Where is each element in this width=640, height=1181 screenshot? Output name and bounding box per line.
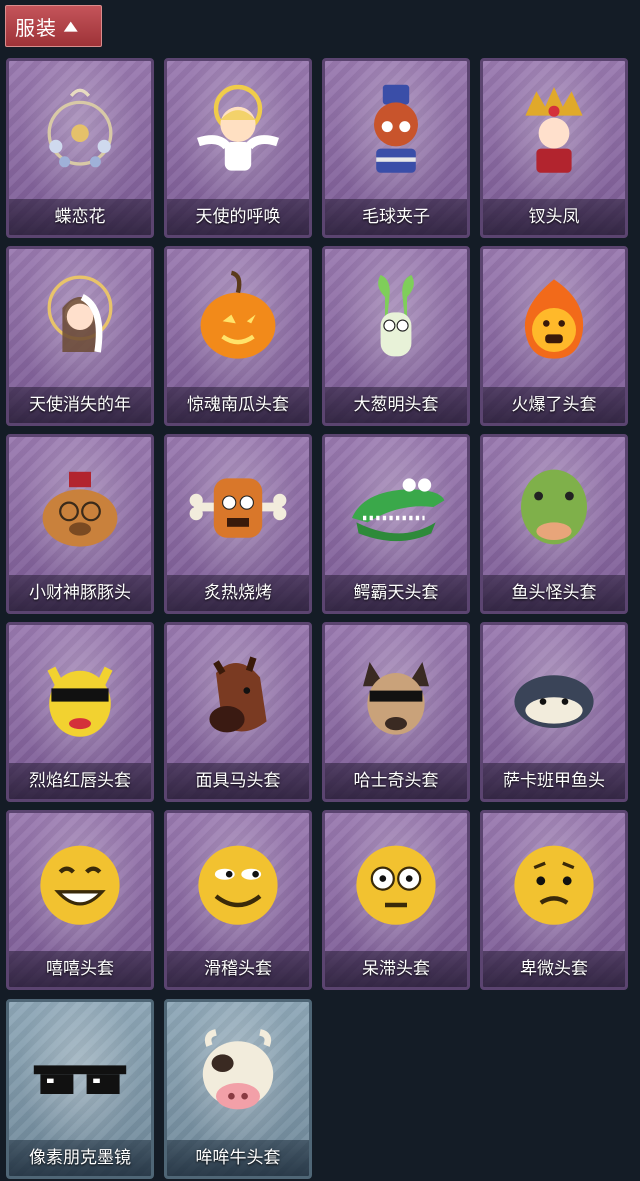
costume-name: 鱼头怪头套	[483, 575, 625, 611]
costume-card[interactable]: 鳄霸天头套	[322, 434, 470, 614]
smirk-emoji-icon	[167, 813, 309, 953]
costume-name: 小财神豚豚头	[9, 575, 151, 611]
costume-card[interactable]: 火爆了头套	[480, 246, 628, 426]
grin-emoji-icon	[9, 813, 151, 953]
costume-name: 哞哞牛头套	[167, 1140, 309, 1176]
costume-name: 炙热烧烤	[167, 575, 309, 611]
costume-card[interactable]: 惊魂南瓜头套	[164, 246, 312, 426]
stare-emoji-icon	[325, 813, 467, 953]
crocodile-icon	[325, 437, 467, 577]
costume-card[interactable]: 钗头凤	[480, 58, 628, 238]
costume-name: 嘻嘻头套	[9, 951, 151, 987]
costume-name: 像素朋克墨镜	[9, 1140, 151, 1176]
costume-card[interactable]: 哈士奇头套	[322, 622, 470, 802]
costume-card[interactable]: 哞哞牛头套	[164, 999, 312, 1179]
costume-name: 呆滞头套	[325, 951, 467, 987]
costume-name: 哈士奇头套	[325, 763, 467, 799]
red-panda-icon	[325, 61, 467, 201]
flower-wreath-icon	[9, 61, 151, 201]
costume-name: 蝶恋花	[9, 199, 151, 235]
fish-icon	[483, 625, 625, 765]
fire-icon	[483, 249, 625, 389]
veiled-girl-icon	[9, 249, 151, 389]
costume-card[interactable]: 蝶恋花	[6, 58, 154, 238]
costume-name: 毛球夹子	[325, 199, 467, 235]
costume-card[interactable]: 大葱明头套	[322, 246, 470, 426]
costume-card[interactable]: 毛球夹子	[322, 58, 470, 238]
cow-icon	[167, 1002, 309, 1142]
costume-card[interactable]: 炙热烧烤	[164, 434, 312, 614]
costume-name: 萨卡班甲鱼头	[483, 763, 625, 799]
horse-icon	[167, 625, 309, 765]
yellow-mask-icon	[9, 625, 151, 765]
costume-card[interactable]: 小财神豚豚头	[6, 434, 154, 614]
meat-bone-icon	[167, 437, 309, 577]
costume-name: 惊魂南瓜头套	[167, 387, 309, 423]
pixel-sunglasses-icon	[9, 1002, 151, 1142]
costume-card[interactable]: 面具马头套	[164, 622, 312, 802]
costume-card[interactable]: 像素朋克墨镜	[6, 999, 154, 1179]
section-title: 服装	[15, 15, 57, 40]
costume-name: 大葱明头套	[325, 387, 467, 423]
costume-name: 卑微头套	[483, 951, 625, 987]
costume-name: 面具马头套	[167, 763, 309, 799]
fish-head-icon	[483, 437, 625, 577]
costume-card[interactable]: 鱼头怪头套	[480, 434, 628, 614]
costume-name: 鳄霸天头套	[325, 575, 467, 611]
costume-name: 天使的呼唤	[167, 199, 309, 235]
costume-card[interactable]: 滑稽头套	[164, 810, 312, 990]
chevron-up-icon: ▲	[63, 18, 80, 34]
costume-card[interactable]: 卑微头套	[480, 810, 628, 990]
costume-card[interactable]: 天使的呼唤	[164, 58, 312, 238]
costume-name: 钗头凤	[483, 199, 625, 235]
costume-card[interactable]: 呆滞头套	[322, 810, 470, 990]
phoenix-crown-icon	[483, 61, 625, 201]
angel-icon	[167, 61, 309, 201]
costume-name: 滑稽头套	[167, 951, 309, 987]
costume-card[interactable]: 天使消失的年	[6, 246, 154, 426]
costume-name: 火爆了头套	[483, 387, 625, 423]
capybara-icon	[9, 437, 151, 577]
costume-name: 烈焰红唇头套	[9, 763, 151, 799]
husky-icon	[325, 625, 467, 765]
shy-emoji-icon	[483, 813, 625, 953]
costume-section-toggle[interactable]: 服装 ▲	[5, 5, 102, 47]
costume-card[interactable]: 萨卡班甲鱼头	[480, 622, 628, 802]
costume-name: 天使消失的年	[9, 387, 151, 423]
costume-card[interactable]: 嘻嘻头套	[6, 810, 154, 990]
pumpkin-icon	[167, 249, 309, 389]
costume-card[interactable]: 烈焰红唇头套	[6, 622, 154, 802]
scallion-icon	[325, 249, 467, 389]
